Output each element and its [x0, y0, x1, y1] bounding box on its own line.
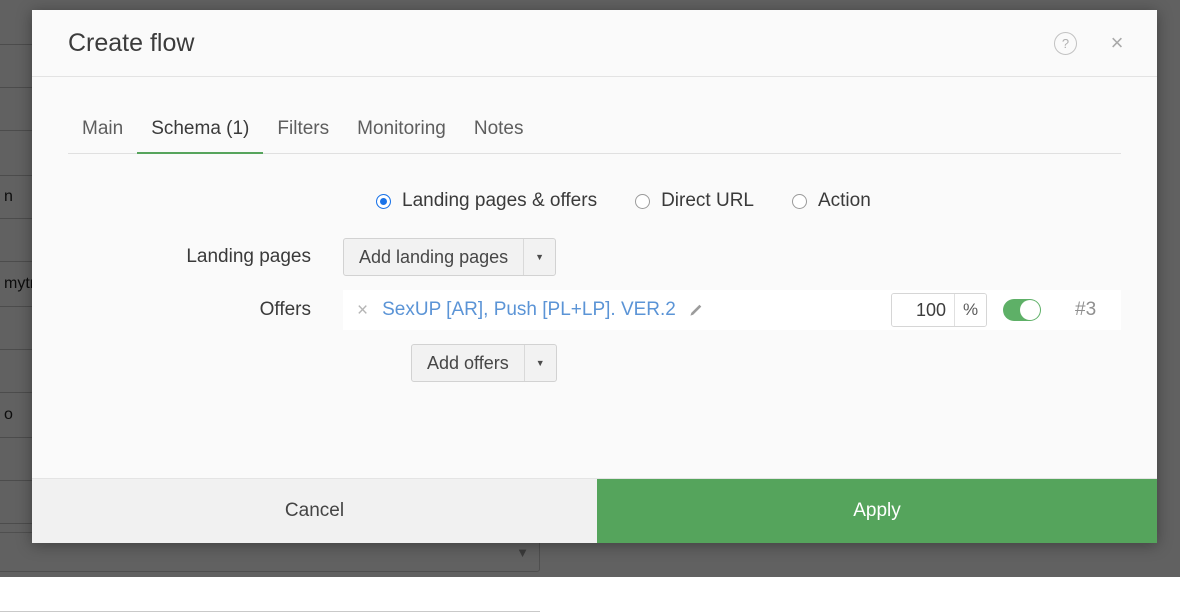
close-icon[interactable]: × — [357, 301, 368, 320]
dialog-header: Create flow ? × — [32, 10, 1157, 77]
offer-weight-group: % — [891, 293, 987, 327]
create-flow-dialog: Create flow ? × Main Schema (1) Filters … — [32, 10, 1157, 543]
page-title: Create flow — [68, 29, 1054, 58]
add-offers-row: Add offers ▼ — [68, 344, 1121, 382]
radio-mark-icon — [376, 194, 391, 209]
tab-monitoring[interactable]: Monitoring — [343, 118, 460, 154]
offer-list-item: × SexUP [AR], Push [PL+LP]. VER.2 % #3 — [343, 290, 1121, 330]
landing-pages-row: Landing pages Add landing pages ▼ — [68, 238, 1121, 276]
offer-weight-unit: % — [954, 294, 986, 326]
tab-filters[interactable]: Filters — [263, 118, 343, 154]
radio-mark-icon — [635, 194, 650, 209]
add-landing-pages-label: Add landing pages — [344, 239, 523, 275]
offer-index-label: #3 — [1075, 299, 1105, 321]
tab-notes[interactable]: Notes — [460, 118, 538, 154]
toggle-knob — [1020, 300, 1040, 320]
radio-mark-icon — [792, 194, 807, 209]
apply-button[interactable]: Apply — [597, 479, 1157, 543]
close-icon[interactable]: × — [1105, 31, 1129, 55]
radio-label: Action — [818, 190, 871, 212]
offers-row: Offers × SexUP [AR], Push [PL+LP]. VER.2… — [68, 290, 1121, 330]
chevron-down-icon[interactable]: ▼ — [523, 239, 555, 275]
dialog-body: Landing pages & offers Direct URL Action… — [32, 154, 1157, 478]
offer-enabled-toggle[interactable] — [1003, 299, 1041, 321]
offers-label: Offers — [68, 299, 343, 321]
help-icon[interactable]: ? — [1054, 32, 1077, 55]
add-landing-pages-button[interactable]: Add landing pages ▼ — [343, 238, 556, 276]
tab-schema[interactable]: Schema (1) — [137, 118, 263, 154]
landing-pages-label: Landing pages — [68, 246, 343, 268]
offer-weight-input[interactable] — [892, 294, 954, 326]
pencil-icon[interactable] — [688, 303, 703, 318]
add-offers-button[interactable]: Add offers ▼ — [411, 344, 557, 382]
destination-type-radio-group: Landing pages & offers Direct URL Action — [68, 190, 1121, 212]
dialog-tabs: Main Schema (1) Filters Monitoring Notes — [32, 77, 1157, 154]
radio-landing-pages-and-offers[interactable]: Landing pages & offers — [376, 190, 597, 212]
radio-label: Direct URL — [661, 190, 754, 212]
pencil-icon-svg — [688, 303, 703, 318]
cancel-button[interactable]: Cancel — [32, 479, 597, 543]
radio-action[interactable]: Action — [792, 190, 871, 212]
dialog-footer: Cancel Apply — [32, 478, 1157, 543]
radio-label: Landing pages & offers — [402, 190, 597, 212]
tab-main[interactable]: Main — [68, 118, 137, 154]
chevron-down-icon[interactable]: ▼ — [524, 345, 556, 381]
offer-name-link[interactable]: SexUP [AR], Push [PL+LP]. VER.2 — [382, 299, 676, 321]
radio-direct-url[interactable]: Direct URL — [635, 190, 754, 212]
add-offers-label: Add offers — [412, 345, 524, 381]
